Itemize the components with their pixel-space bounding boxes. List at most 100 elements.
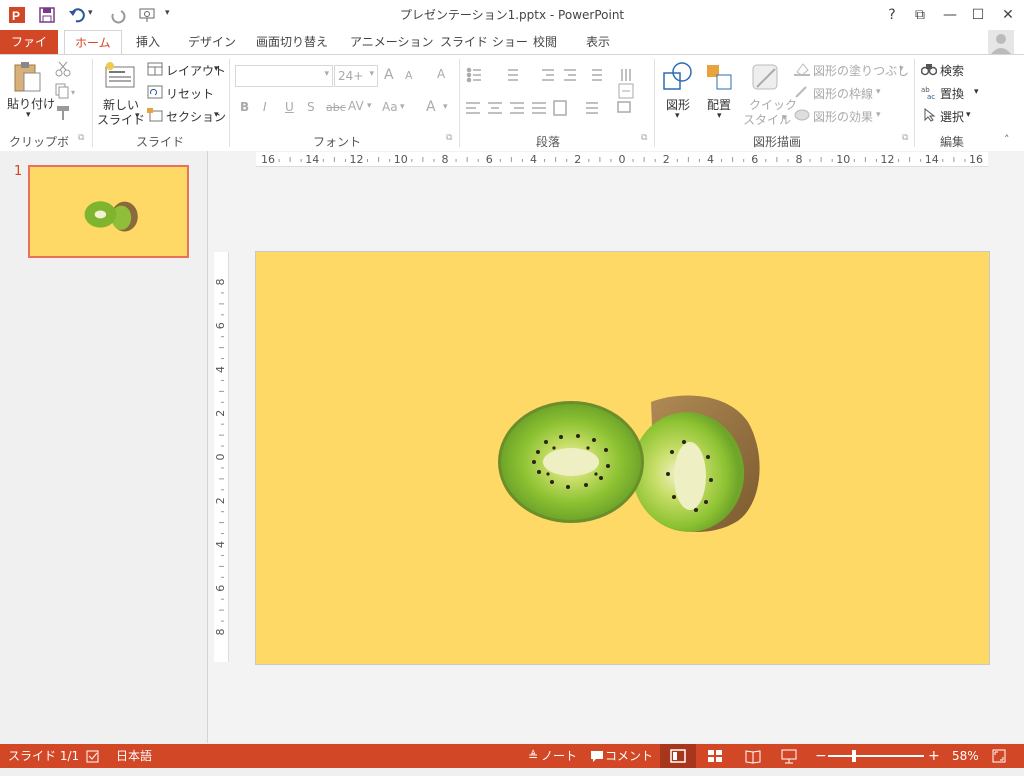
tab-transitions[interactable]: 画面切り替え	[246, 30, 338, 54]
account-avatar[interactable]	[988, 30, 1014, 54]
zoom-slider-track[interactable]	[828, 755, 924, 757]
zoom-level[interactable]: 58%	[952, 744, 979, 768]
select-icon[interactable]	[923, 107, 937, 125]
replace-icon[interactable]: ab ac	[921, 85, 937, 102]
cut-icon[interactable]	[55, 61, 71, 80]
paragraph-launcher-icon[interactable]: ⧉	[641, 133, 647, 143]
change-case-dropdown[interactable]: ▾	[400, 102, 405, 112]
slide-thumbnail[interactable]	[28, 165, 189, 258]
bold-button[interactable]: B	[240, 100, 249, 114]
zoom-in-button[interactable]: +	[928, 744, 940, 768]
fit-slide-to-window-icon[interactable]	[992, 744, 1006, 776]
slide-canvas[interactable]	[255, 251, 990, 665]
maximize-button[interactable]: ☐	[966, 4, 990, 26]
tab-home[interactable]: ホーム	[64, 30, 122, 56]
font-size-box[interactable]: 24+ ▾	[334, 65, 378, 87]
notes-button[interactable]: ノート	[541, 744, 577, 768]
tab-design[interactable]: デザイン	[178, 30, 246, 54]
shape-effects-button[interactable]: 図形の効果	[813, 108, 873, 125]
find-icon[interactable]	[920, 62, 938, 79]
kiwi-halves-image[interactable]	[256, 252, 989, 664]
new-slide-icon[interactable]	[104, 61, 136, 92]
arrange-dropdown[interactable]: ▾	[717, 111, 722, 121]
text-align-vertical-icon[interactable]	[618, 83, 638, 102]
new-slide-dropdown[interactable]: ▾	[135, 111, 140, 121]
clear-formatting-button[interactable]: A	[437, 67, 445, 81]
tab-slideshow[interactable]: スライド ショー	[430, 30, 538, 54]
font-name-dropdown[interactable]: ▾	[324, 69, 329, 79]
clipboard-launcher-icon[interactable]: ⧉	[78, 133, 84, 143]
slide-sorter-button[interactable]	[706, 744, 724, 776]
font-size-dropdown[interactable]: ▾	[369, 69, 374, 79]
character-spacing-dropdown[interactable]: ▾	[367, 101, 372, 111]
shape-outline-button[interactable]: 図形の枠線	[813, 85, 873, 102]
drawing-launcher-icon[interactable]: ⧉	[902, 133, 908, 143]
character-spacing-button[interactable]: AV	[348, 99, 364, 113]
save-icon[interactable]	[38, 6, 56, 24]
shape-outline-dropdown[interactable]: ▾	[876, 87, 881, 97]
zoom-out-button[interactable]: −	[815, 744, 827, 768]
reset-button[interactable]: リセット	[166, 85, 214, 102]
collapse-ribbon-icon[interactable]: ˄	[1004, 133, 1010, 146]
ribbon-display-options-button[interactable]: ⧉	[908, 4, 932, 26]
layout-dropdown[interactable]: ▾	[214, 64, 219, 74]
grow-font-button[interactable]: A	[384, 67, 394, 83]
underline-button[interactable]: U	[285, 100, 294, 114]
shape-fill-button[interactable]: 図形の塗りつぶし	[813, 62, 909, 79]
arrange-icon[interactable]	[705, 61, 735, 96]
select-button[interactable]: 選択	[940, 108, 964, 125]
close-button[interactable]: ✕	[996, 4, 1020, 26]
font-color-button[interactable]: A	[426, 99, 436, 115]
slideshow-button[interactable]	[780, 744, 798, 776]
shapes-dropdown[interactable]: ▾	[675, 111, 680, 121]
replace-button[interactable]: 置換	[940, 85, 964, 102]
tab-view[interactable]: 表示	[576, 30, 620, 54]
zoom-slider-thumb[interactable]	[851, 750, 856, 762]
powerpoint-icon[interactable]: P	[8, 6, 26, 24]
shape-fill-dropdown[interactable]: ▾	[899, 64, 904, 74]
paste-dropdown[interactable]: ▾	[26, 110, 31, 120]
reading-view-button[interactable]	[744, 744, 762, 776]
shapes-icon[interactable]	[662, 61, 694, 96]
present-icon[interactable]	[138, 6, 156, 24]
paste-icon[interactable]	[12, 61, 42, 96]
shadow-button[interactable]: S	[307, 100, 315, 114]
tab-review[interactable]: 校閲	[523, 30, 567, 54]
undo-icon[interactable]	[68, 6, 86, 24]
format-painter-icon[interactable]	[55, 105, 71, 124]
copy-icon[interactable]: ▾	[55, 83, 79, 102]
shrink-font-button[interactable]: A	[405, 69, 413, 82]
normal-view-button[interactable]	[660, 744, 696, 768]
font-color-dropdown[interactable]: ▾	[443, 102, 448, 112]
italic-button[interactable]: I	[263, 100, 267, 114]
shape-outline-icon[interactable]	[794, 85, 810, 102]
layout-icon[interactable]	[147, 62, 163, 79]
help-button[interactable]: ?	[880, 4, 904, 26]
comments-icon[interactable]	[590, 744, 604, 776]
shape-effects-dropdown[interactable]: ▾	[876, 110, 881, 120]
reset-icon[interactable]	[147, 85, 163, 102]
shape-effects-icon[interactable]	[794, 108, 810, 125]
section-dropdown[interactable]: ▾	[214, 110, 219, 120]
select-dropdown[interactable]: ▾	[966, 110, 971, 120]
notes-icon[interactable]: ≜	[528, 744, 538, 768]
redo-icon[interactable]	[108, 6, 126, 24]
replace-dropdown[interactable]: ▾	[974, 87, 979, 97]
font-name-box[interactable]: ▾	[235, 65, 333, 87]
tab-insert[interactable]: 挿入	[126, 30, 170, 54]
paste-button[interactable]: 貼り付け	[7, 95, 55, 112]
tab-file[interactable]: ファイル	[0, 30, 58, 73]
tab-animations[interactable]: アニメーション	[340, 30, 444, 54]
quick-styles-dropdown[interactable]: ▾	[782, 113, 787, 123]
customize-qat-button[interactable]: ▾	[165, 8, 170, 18]
change-case-button[interactable]: Aa	[382, 100, 398, 114]
horizontal-ruler[interactable]: 16 14 12 10 8 6 4 2 0 2 4 6 8 10 12 14 16	[256, 152, 988, 167]
quick-styles-icon[interactable]	[751, 61, 781, 96]
undo-dropdown[interactable]: ▾	[88, 8, 93, 18]
vertical-ruler[interactable]: 8 6 4 2 0 2 4 6 8	[214, 252, 229, 662]
comments-button[interactable]: コメント	[605, 744, 653, 768]
minimize-button[interactable]: —	[938, 4, 962, 26]
font-launcher-icon[interactable]: ⧉	[446, 133, 452, 143]
find-button[interactable]: 検索	[940, 62, 964, 79]
shape-fill-icon[interactable]	[794, 62, 810, 79]
